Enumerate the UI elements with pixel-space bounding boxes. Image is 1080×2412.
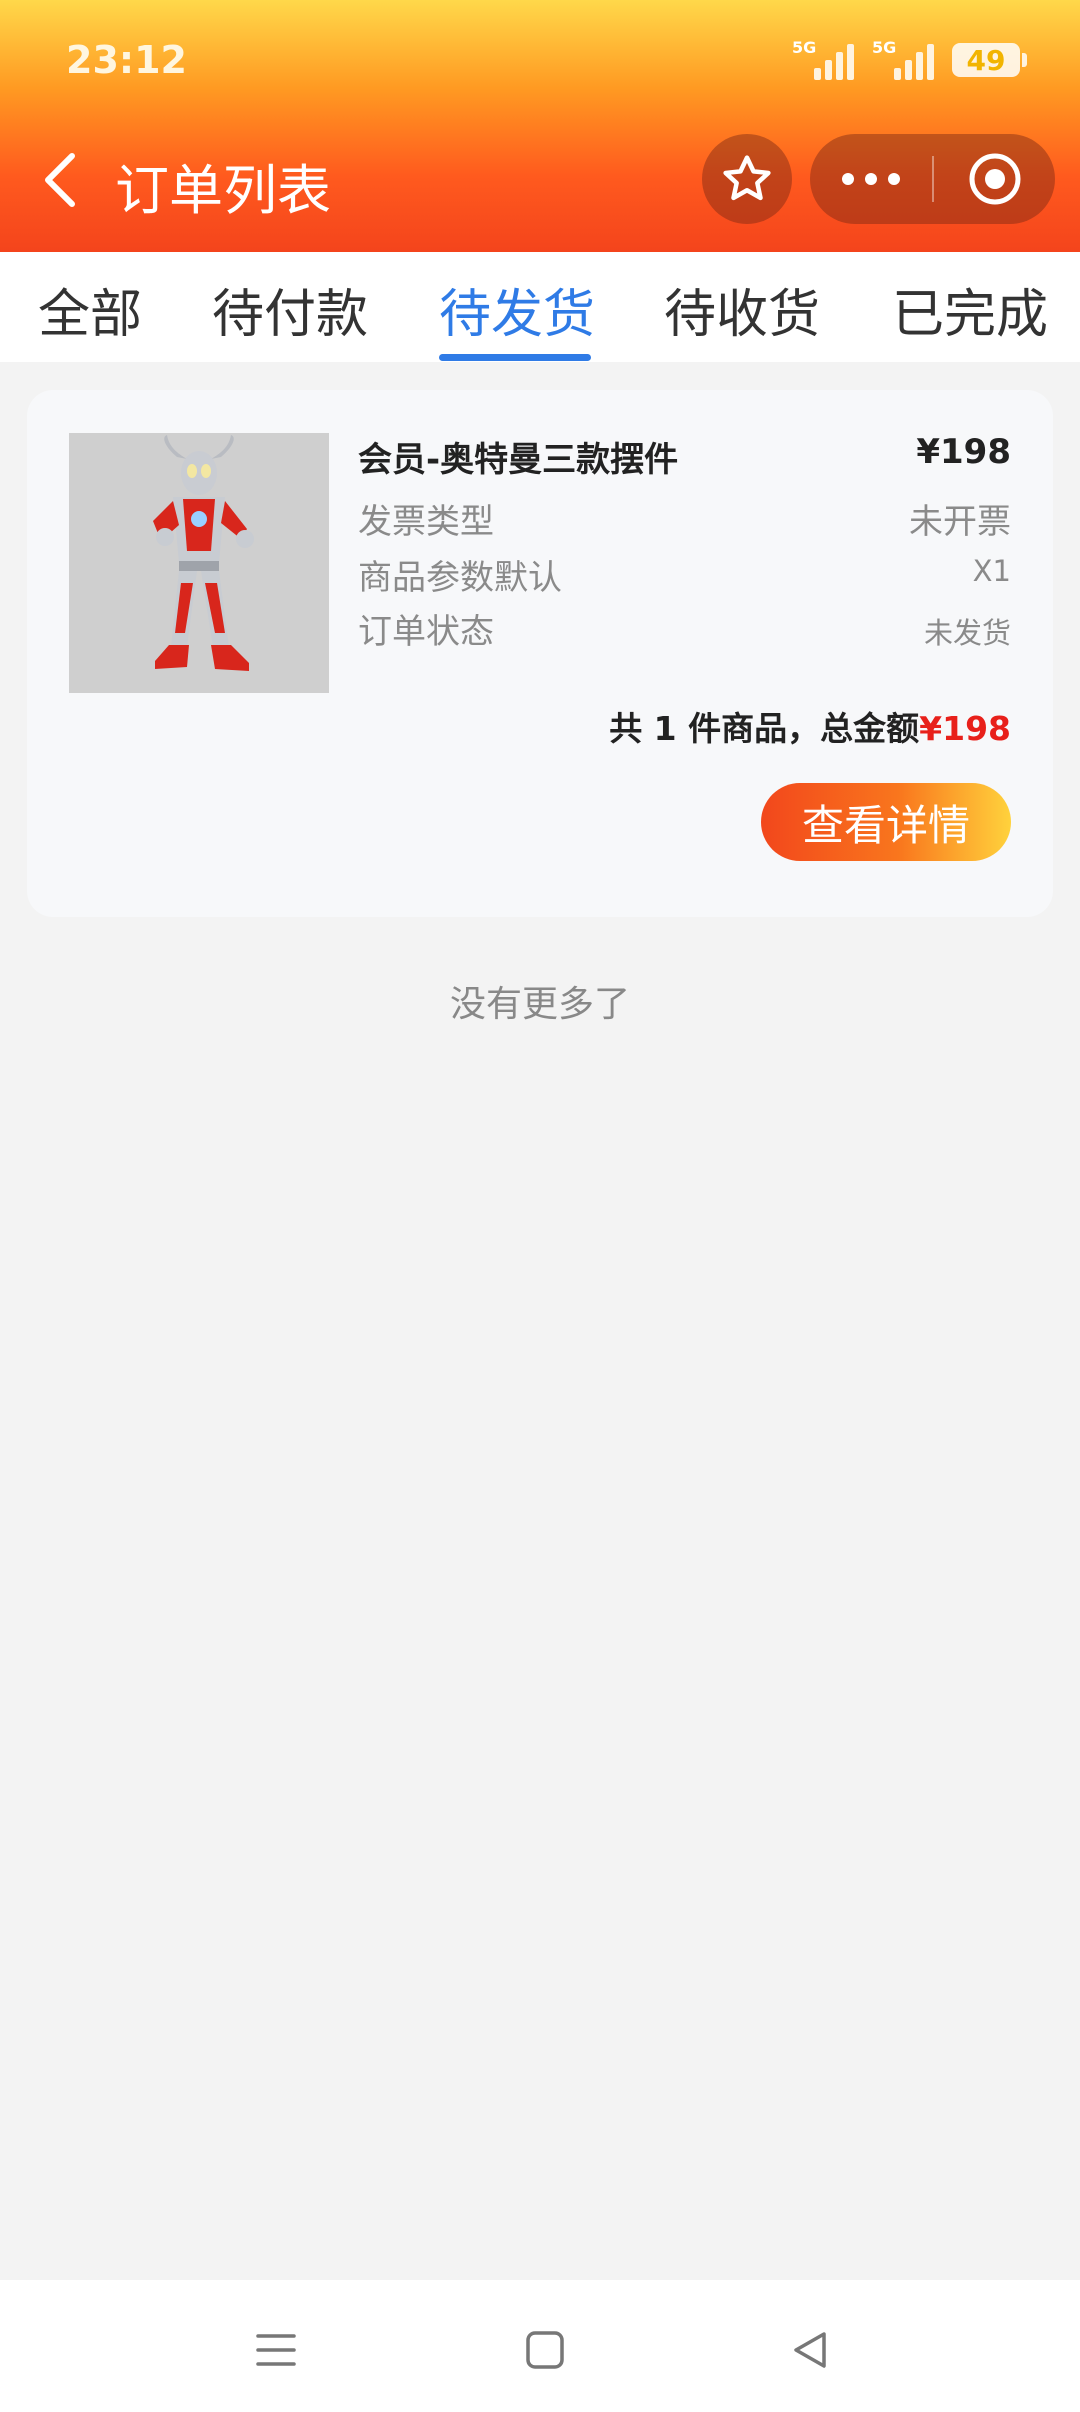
menu-button[interactable] — [236, 2310, 316, 2390]
order-card[interactable]: 会员-奥特曼三款摆件 ¥198 发票类型 未开票 商品参数默认 X1 订单状态 … — [27, 390, 1053, 917]
invoice-type-label: 发票类型 — [358, 502, 494, 542]
status-time: 23:12 — [66, 38, 187, 82]
more-dots-icon — [842, 173, 900, 185]
miniprogram-capsule — [810, 134, 1055, 224]
list-end-text: 没有更多了 — [449, 984, 630, 1025]
product-name: 会员-奥特曼三款摆件 — [358, 440, 679, 480]
back-button[interactable] — [30, 145, 90, 215]
target-circle-icon — [969, 153, 1020, 205]
signal-tag: 5G — [792, 38, 817, 57]
tab-pending-shipment[interactable]: 待发货 — [439, 272, 595, 347]
page-title: 订单列表 — [115, 159, 331, 222]
system-nav-bar — [0, 2280, 1080, 2412]
summary-total: ¥198 — [919, 709, 1011, 748]
view-details-button[interactable]: 查看详情 — [761, 783, 1011, 861]
tab-all[interactable]: 全部 — [38, 272, 142, 347]
more-button[interactable] — [810, 134, 932, 224]
status-icons: 5G 5G 49 — [792, 38, 1027, 80]
order-summary: 共 1 件商品，总金额¥198 — [609, 702, 1011, 750]
menu-icon — [256, 2334, 296, 2366]
close-miniprogram-button[interactable] — [934, 134, 1055, 224]
order-status-label: 订单状态 — [358, 612, 494, 652]
home-button[interactable] — [505, 2310, 585, 2390]
triangle-back-icon — [794, 2332, 826, 2368]
square-home-icon — [526, 2331, 564, 2369]
order-status-tabs: 全部 待付款 待发货 待收货 已完成 — [0, 252, 1080, 362]
tab-pending-payment[interactable]: 待付款 — [212, 272, 368, 347]
product-params-label: 商品参数默认 — [358, 558, 562, 598]
battery-icon: 49 — [952, 43, 1027, 77]
active-tab-indicator — [439, 354, 591, 361]
star-icon — [723, 155, 771, 201]
product-price: ¥198 — [916, 432, 1011, 472]
tab-completed[interactable]: 已完成 — [892, 272, 1048, 347]
signal-tag: 5G — [872, 38, 897, 57]
product-image — [69, 433, 329, 693]
invoice-type-value: 未开票 — [909, 502, 1011, 542]
favorite-button[interactable] — [702, 134, 792, 224]
battery-level: 49 — [966, 43, 1006, 77]
signal-icon: 5G — [872, 38, 934, 80]
signal-icon: 5G — [792, 38, 854, 80]
summary-text: 共 1 件商品，总金额 — [609, 709, 920, 748]
chevron-left-icon — [45, 153, 75, 207]
back-nav-button[interactable] — [770, 2310, 850, 2390]
tab-pending-receipt[interactable]: 待收货 — [664, 272, 820, 347]
app-header: 23:12 5G 5G 49 订单列表 — [0, 0, 1080, 252]
product-params-value: X1 — [972, 554, 1011, 588]
order-status-value: 未发货 — [923, 616, 1011, 650]
